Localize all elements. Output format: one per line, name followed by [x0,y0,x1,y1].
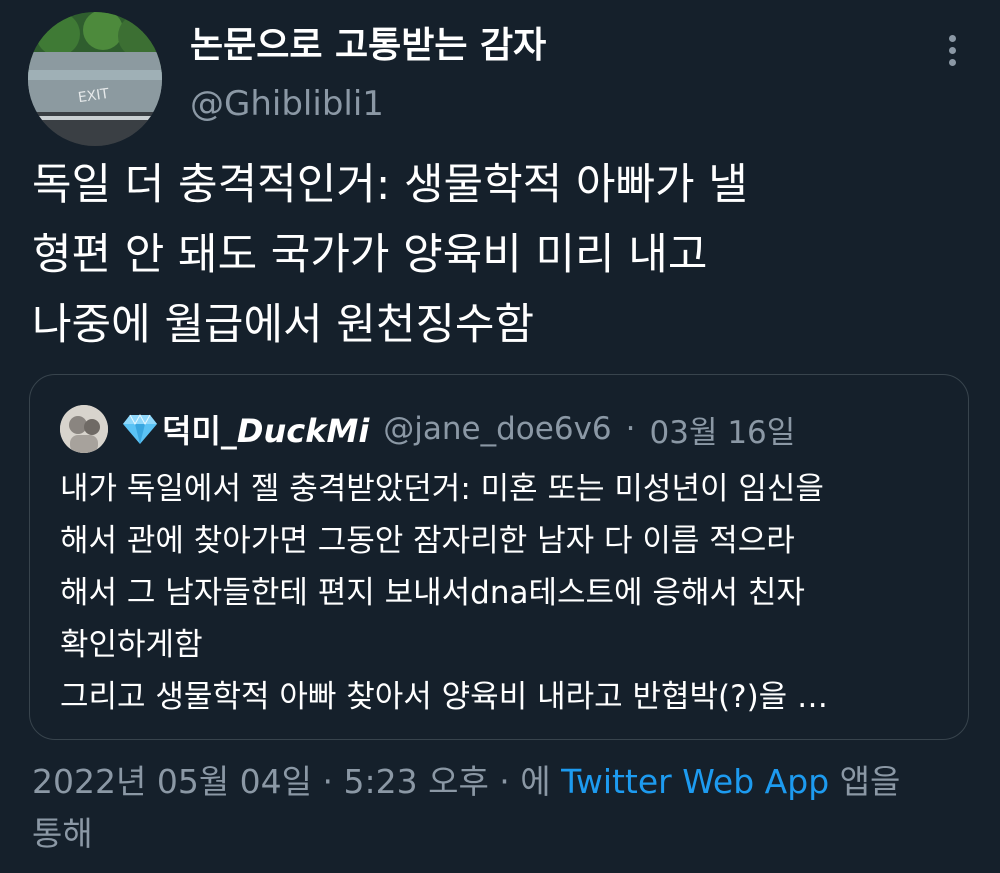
footer-suffix: 앱을 [829,762,901,801]
tweet-text-line: 나중에 월급에서 원천징수함 [32,300,535,350]
quoted-text-line: 해서 그 남자들한테 편지 보내서dna테스트에 응해서 친자 [60,575,805,611]
tweet-detail: EXIT 논문으로 고통받는 감자 @Ghiblibli1 독일 더 충격적인거… [0,0,1000,873]
quoted-author-avatar [60,405,108,453]
quoted-text-line: 그리고 생물학적 아빠 찾아서 양육비 내라고 반협박(?)을 … [60,679,829,715]
quoted-text-line: 해서 관에 찾아가면 그동안 잠자리한 남자 다 이름 적으라 [60,523,795,559]
blue-diamond-icon [123,413,157,444]
tweet-footer: 2022년 05월 04일 · 5:23 오후 · 에 Twitter Web … [32,756,982,860]
meta-separator: · [625,411,636,447]
footer-line-2: 통해 [32,814,93,853]
tweet-timestamp[interactable]: 2022년 05월 04일 · 5:23 오후 · 에 [32,762,561,801]
quoted-tweet-card[interactable]: 덕미_DuckMi @jane_doe6v6 · 03월 16일 내가 독일에서… [29,374,969,740]
author-avatar[interactable]: EXIT [28,12,162,146]
quoted-text-line: 확인하게함 [60,627,203,663]
quoted-tweet-header: 덕미_DuckMi @jane_doe6v6 · 03월 16일 [122,403,795,455]
source-link[interactable]: Twitter Web App [561,762,829,801]
quoted-author-handle[interactable]: @jane_doe6v6 [383,411,611,447]
quoted-tweet-date[interactable]: 03월 16일 [650,407,796,452]
more-vertical-icon[interactable] [930,28,974,72]
author-display-name[interactable]: 논문으로 고통받는 감자 [190,22,546,70]
quoted-tweet-text: 내가 독일에서 젤 충격받았던거: 미혼 또는 미성년이 임신을 해서 관에 찾… [60,463,950,723]
tweet-text-line: 형편 안 돼도 국가가 양육비 미리 내고 [32,230,708,280]
tweet-text: 독일 더 충격적인거: 생물학적 아빠가 낼 형편 안 돼도 국가가 양육비 미… [32,150,972,360]
author-handle[interactable]: @Ghiblibli1 [190,80,384,128]
quoted-author-name[interactable]: 덕미_DuckMi [162,406,369,452]
tweet-text-line: 독일 더 충격적인거: 생물학적 아빠가 낼 [32,160,748,210]
quoted-text-line: 내가 독일에서 젤 충격받았던거: 미혼 또는 미성년이 임신을 [60,471,824,507]
